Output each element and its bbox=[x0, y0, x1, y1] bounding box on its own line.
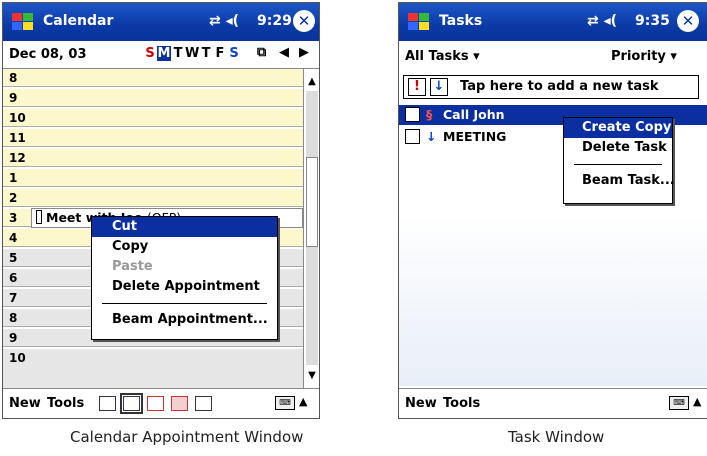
new-task-input[interactable]: Tap here to add a new task bbox=[460, 79, 658, 94]
beam-appointment-menu-item[interactable]: Beam Appointment... bbox=[92, 310, 277, 330]
hour-row[interactable]: 11 bbox=[3, 129, 303, 147]
copy-menu-item[interactable]: Copy bbox=[92, 237, 277, 257]
vertical-scrollbar[interactable]: ▲ ▼ bbox=[303, 69, 319, 389]
clock-time[interactable]: 9:35 bbox=[635, 13, 670, 29]
appointment-context-menu: Cut Copy Paste Delete Appointment Beam A… bbox=[91, 216, 278, 340]
task-name: Call John bbox=[443, 107, 505, 122]
calendar-caption: Calendar Appointment Window bbox=[70, 428, 304, 446]
hour-row[interactable]: 9 bbox=[3, 89, 303, 107]
day-wednesday[interactable]: W bbox=[185, 46, 199, 61]
paste-menu-item: Paste bbox=[112, 259, 153, 274]
day-thursday[interactable]: T bbox=[199, 46, 213, 61]
day-view-icon[interactable] bbox=[120, 393, 143, 414]
calendar-window: Calendar ⇄ ◂( 9:29 ✕ Dec 08, 03 SMTWTFS … bbox=[2, 2, 320, 419]
hour-label: 10 bbox=[9, 351, 26, 365]
menu-separator bbox=[574, 164, 662, 165]
day-friday[interactable]: F bbox=[213, 46, 227, 61]
scroll-up-arrow-icon[interactable]: ▲ bbox=[304, 73, 319, 91]
task-checkbox[interactable] bbox=[405, 129, 420, 144]
hour-row[interactable]: 1 bbox=[3, 169, 303, 187]
previous-arrow-icon[interactable]: ◀ bbox=[279, 45, 289, 60]
calendar-titlebar: Calendar ⇄ ◂( 9:29 ✕ bbox=[3, 3, 319, 41]
cut-menu-item[interactable]: Cut bbox=[92, 217, 277, 237]
hour-row[interactable]: 10 bbox=[3, 349, 303, 389]
tools-menu[interactable]: Tools bbox=[47, 396, 84, 411]
hour-row[interactable]: 8 bbox=[3, 69, 303, 87]
connectivity-volume-icons[interactable]: ⇄ ◂( bbox=[209, 13, 239, 29]
category-filter-dropdown[interactable]: All Tasks ▾ bbox=[405, 49, 480, 64]
agenda-view-icon[interactable] bbox=[99, 396, 116, 411]
current-date[interactable]: Dec 08, 03 bbox=[9, 47, 87, 62]
tasks-titlebar: Tasks ⇄ ◂( 9:35 ✕ bbox=[399, 3, 707, 41]
scroll-down-arrow-icon[interactable]: ▼ bbox=[304, 367, 319, 385]
start-menu-flag-icon[interactable] bbox=[9, 9, 37, 35]
keyboard-icon[interactable]: ⌨ bbox=[669, 396, 689, 410]
week-day-selector: SMTWTFS bbox=[143, 46, 241, 61]
recurring-priority-icon: § bbox=[426, 107, 433, 122]
task-checkbox[interactable] bbox=[405, 107, 420, 122]
app-title: Calendar bbox=[43, 13, 114, 29]
close-icon[interactable]: ✕ bbox=[677, 10, 699, 32]
day-sunday[interactable]: S bbox=[143, 46, 157, 61]
new-menu[interactable]: New bbox=[9, 396, 41, 411]
input-panel-arrow-icon[interactable]: ▲ bbox=[299, 395, 307, 408]
tasks-menubar: New Tools ⌨ ▲ bbox=[399, 388, 707, 418]
next-arrow-icon[interactable]: ▶ bbox=[299, 45, 309, 60]
new-task-entry-bar[interactable]: ! ↓ Tap here to add a new task bbox=[403, 75, 699, 99]
tasks-filter-bar: All Tasks ▾ Priority ▾ bbox=[399, 41, 707, 71]
app-title: Tasks bbox=[439, 13, 483, 29]
hour-label: 11 bbox=[9, 131, 26, 145]
beam-task-menu-item[interactable]: Beam Task... bbox=[564, 171, 675, 191]
start-menu-flag-icon[interactable] bbox=[405, 9, 433, 35]
hour-label: 8 bbox=[9, 311, 18, 325]
tasks-window: Tasks ⇄ ◂( 9:35 ✕ All Tasks ▾ Priority ▾… bbox=[398, 2, 707, 419]
hour-label: 8 bbox=[9, 71, 18, 85]
low-priority-icon: ↓ bbox=[426, 129, 437, 144]
hour-label: 12 bbox=[9, 151, 26, 165]
hour-row[interactable]: 12 bbox=[3, 149, 303, 167]
hour-label: 7 bbox=[9, 291, 18, 305]
keyboard-icon[interactable]: ⌨ bbox=[275, 396, 295, 410]
year-view-icon[interactable] bbox=[195, 396, 212, 411]
task-name: MEETING bbox=[443, 129, 507, 144]
input-panel-arrow-icon[interactable]: ▲ bbox=[693, 395, 701, 408]
menu-separator bbox=[102, 303, 267, 304]
connectivity-volume-icons[interactable]: ⇄ ◂( bbox=[587, 13, 617, 29]
week-view-icon[interactable] bbox=[147, 396, 164, 411]
high-priority-icon[interactable]: ! bbox=[408, 78, 426, 96]
go-to-today-icon[interactable]: ⧉ bbox=[257, 45, 266, 60]
low-priority-icon[interactable]: ↓ bbox=[430, 78, 448, 96]
hour-label: 10 bbox=[9, 111, 26, 125]
hour-label: 3 bbox=[9, 211, 18, 225]
hour-row[interactable]: 10 bbox=[3, 109, 303, 127]
hour-label: 1 bbox=[9, 171, 18, 185]
scroll-thumb[interactable] bbox=[306, 157, 318, 247]
close-icon[interactable]: ✕ bbox=[293, 10, 315, 32]
clock-time[interactable]: 9:29 bbox=[257, 13, 292, 29]
month-view-icon[interactable] bbox=[171, 396, 188, 411]
hour-label: 9 bbox=[9, 331, 18, 345]
day-tuesday[interactable]: T bbox=[171, 46, 185, 61]
appointment-grip-icon bbox=[36, 210, 42, 224]
hour-label: 9 bbox=[9, 91, 18, 105]
task-context-menu: Create Copy Delete Task Beam Task... bbox=[563, 117, 675, 204]
new-menu[interactable]: New bbox=[405, 396, 437, 411]
date-navigation-bar: Dec 08, 03 SMTWTFS ⧉ ◀ ▶ bbox=[3, 41, 319, 69]
calendar-menubar: New Tools ⌨ ▲ bbox=[3, 388, 319, 418]
create-copy-menu-item[interactable]: Create Copy bbox=[564, 118, 672, 138]
day-monday[interactable]: M bbox=[157, 46, 171, 61]
tools-menu[interactable]: Tools bbox=[443, 396, 480, 411]
day-saturday[interactable]: S bbox=[227, 46, 241, 61]
delete-appointment-menu-item[interactable]: Delete Appointment bbox=[92, 277, 277, 297]
hour-row[interactable]: 2 bbox=[3, 189, 303, 207]
sort-dropdown[interactable]: Priority ▾ bbox=[611, 49, 677, 64]
hour-label: 6 bbox=[9, 271, 18, 285]
delete-task-menu-item[interactable]: Delete Task bbox=[564, 138, 672, 158]
hour-label: 2 bbox=[9, 191, 18, 205]
tasks-caption: Task Window bbox=[508, 428, 605, 446]
hour-label: 5 bbox=[9, 251, 18, 265]
hour-label: 4 bbox=[9, 231, 18, 245]
